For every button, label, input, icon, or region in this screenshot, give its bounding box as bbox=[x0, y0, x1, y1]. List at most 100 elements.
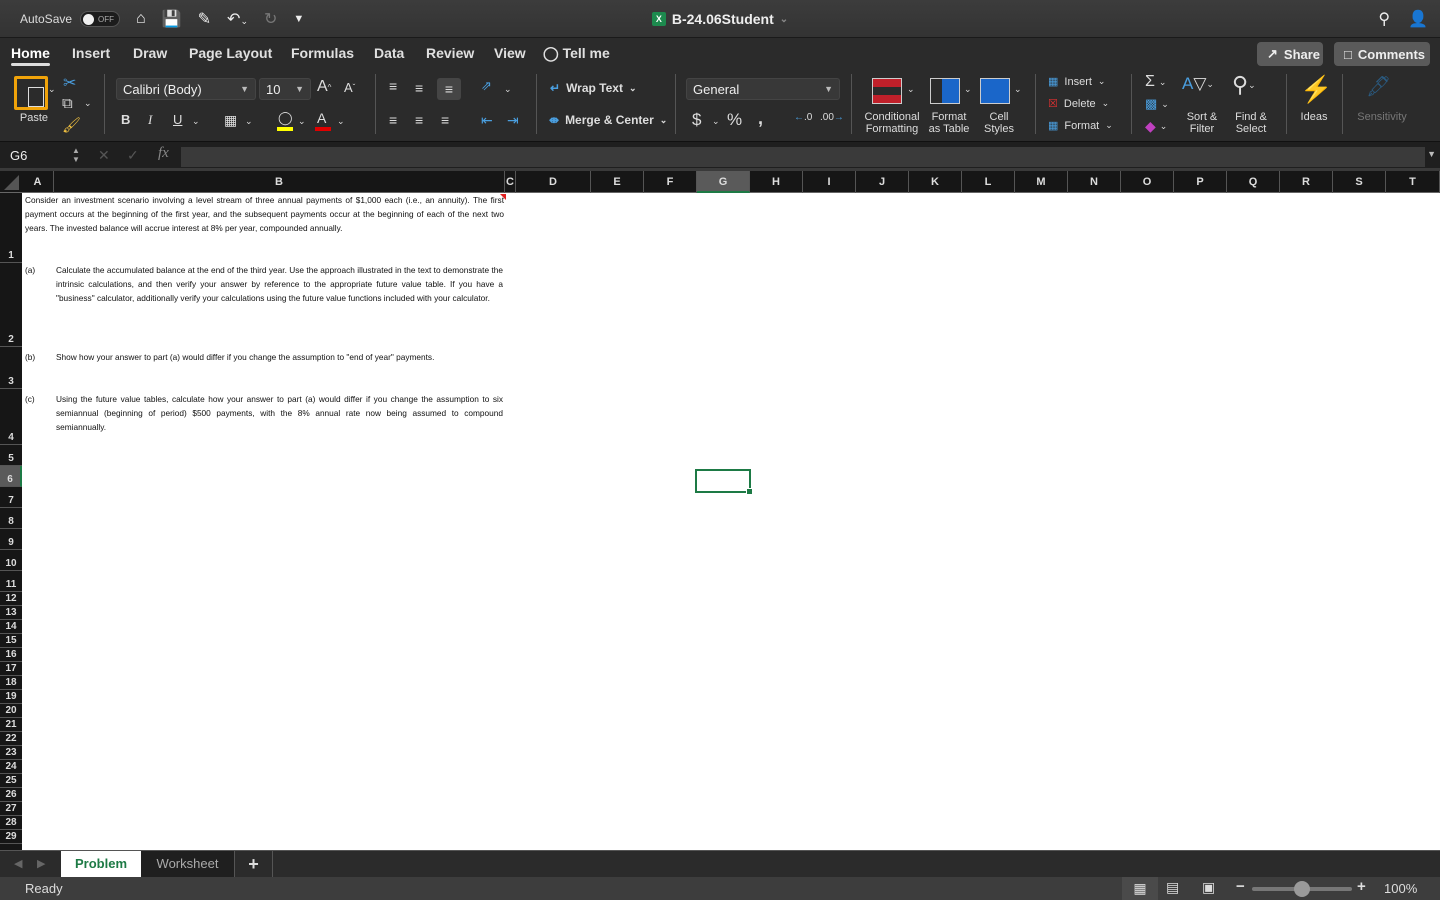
sheet-tab-problem[interactable]: Problem bbox=[61, 851, 141, 878]
tell-me[interactable]: ◯ Tell me bbox=[543, 38, 610, 68]
delete-cells-button[interactable]: ☒ Delete ⌄ bbox=[1048, 97, 1109, 111]
page-break-view-icon[interactable]: ▣ bbox=[1202, 879, 1215, 896]
increase-decimal-icon[interactable]: ← .0 bbox=[794, 112, 812, 123]
formula-input[interactable] bbox=[181, 147, 1425, 167]
tab-view[interactable]: View bbox=[494, 38, 526, 68]
column-header-a[interactable]: A bbox=[22, 171, 54, 193]
row-header-15[interactable]: 15 bbox=[0, 634, 22, 648]
tab-home[interactable]: Home bbox=[11, 38, 50, 68]
fill-color-icon[interactable]: ◯ bbox=[278, 110, 293, 126]
tab-review[interactable]: Review bbox=[426, 38, 474, 68]
enter-icon[interactable]: ✓ bbox=[127, 147, 139, 164]
comment-indicator[interactable] bbox=[500, 194, 506, 200]
decrease-indent-icon[interactable]: ⇤ bbox=[481, 112, 493, 129]
worksheet-grid[interactable]: Consider an investment scenario involvin… bbox=[22, 193, 1440, 850]
ideas-label[interactable]: Ideas bbox=[1296, 111, 1332, 123]
column-header-e[interactable]: E bbox=[591, 171, 644, 193]
increase-indent-icon[interactable]: ⇥ bbox=[507, 112, 519, 129]
name-box-stepper-icon[interactable]: ▲ ▼ bbox=[72, 146, 80, 164]
column-header-c[interactable]: C bbox=[505, 171, 516, 193]
copy-icon[interactable]: ⧉ bbox=[62, 95, 73, 112]
comments-button[interactable]: □ Comments bbox=[1334, 42, 1430, 66]
column-header-n[interactable]: N bbox=[1068, 171, 1121, 193]
font-size-dropdown[interactable]: 10 ▼ bbox=[259, 78, 311, 100]
row-header-12[interactable]: 12 bbox=[0, 592, 22, 606]
tab-formulas[interactable]: Formulas bbox=[291, 38, 354, 68]
add-sheet-button[interactable]: + bbox=[235, 851, 273, 878]
row-header-14[interactable]: 14 bbox=[0, 620, 22, 634]
borders-dropdown-icon[interactable]: ⌄ bbox=[245, 116, 253, 127]
paste-label[interactable]: Paste bbox=[16, 112, 52, 124]
sensitivity-icon[interactable]: 🖋 bbox=[1366, 74, 1391, 99]
column-header-g[interactable]: G bbox=[697, 171, 750, 193]
fill-color-dropdown-icon[interactable]: ⌄ bbox=[298, 116, 306, 127]
sort-filter-icon[interactable]: A ▽ ⌄ bbox=[1182, 74, 1214, 94]
row-header-2[interactable]: 2 bbox=[0, 263, 22, 347]
next-sheet-icon[interactable]: ▶ bbox=[37, 857, 45, 870]
column-header-l[interactable]: L bbox=[962, 171, 1015, 193]
selected-cell-g6[interactable] bbox=[695, 469, 753, 495]
currency-button[interactable]: $ bbox=[692, 110, 701, 130]
cell-a1[interactable]: Consider an investment scenario involvin… bbox=[25, 193, 504, 235]
zoom-slider-thumb[interactable] bbox=[1294, 881, 1310, 897]
row-header-26[interactable]: 26 bbox=[0, 788, 22, 802]
column-header-b[interactable]: B bbox=[54, 171, 505, 193]
row-header-3[interactable]: 3 bbox=[0, 347, 22, 389]
cell-b2[interactable]: Calculate the accumulated balance at the… bbox=[56, 263, 503, 305]
decrease-font-icon[interactable]: Aˇ bbox=[344, 80, 355, 95]
conditional-formatting-label[interactable]: Conditional Formatting bbox=[860, 111, 924, 135]
align-top-icon[interactable]: ≡ bbox=[389, 78, 397, 94]
decrease-decimal-icon[interactable]: .00 → bbox=[820, 112, 844, 123]
column-header-j[interactable]: J bbox=[856, 171, 909, 193]
row-header-11[interactable]: 11 bbox=[0, 571, 22, 592]
row-header-20[interactable]: 20 bbox=[0, 704, 22, 718]
insert-cells-button[interactable]: ▦ Insert ⌄ bbox=[1048, 75, 1105, 89]
cell-a2[interactable]: (a) bbox=[25, 263, 53, 277]
function-icon[interactable]: fx bbox=[158, 145, 169, 162]
row-header-29[interactable]: 29 bbox=[0, 830, 22, 844]
conditional-formatting-icon[interactable] bbox=[872, 78, 902, 104]
align-bottom-icon[interactable]: ≡ bbox=[437, 78, 461, 100]
document-title[interactable]: X B-24.06Student ⌄ bbox=[0, 0, 1440, 38]
select-all-button[interactable] bbox=[0, 171, 22, 193]
format-painter-icon[interactable]: 🖌 bbox=[62, 116, 81, 134]
align-center-icon[interactable]: ≡ bbox=[415, 112, 423, 128]
percent-button[interactable]: % bbox=[727, 110, 742, 130]
underline-dropdown-icon[interactable]: ⌄ bbox=[192, 116, 200, 127]
comma-button[interactable]: , bbox=[758, 108, 763, 129]
cell-styles-icon[interactable] bbox=[980, 78, 1010, 104]
previous-sheet-icon[interactable]: ◀ bbox=[14, 857, 22, 870]
column-header-m[interactable]: M bbox=[1015, 171, 1068, 193]
borders-icon[interactable]: ▦ bbox=[224, 112, 237, 129]
tab-page-layout[interactable]: Page Layout bbox=[189, 38, 272, 68]
cell-styles-label[interactable]: Cell Styles bbox=[979, 111, 1019, 135]
font-color-icon[interactable]: A bbox=[317, 110, 326, 126]
orientation-icon[interactable]: ⇗ bbox=[481, 78, 492, 94]
zoom-level[interactable]: 100% bbox=[1384, 881, 1417, 896]
fill-icon[interactable]: ▩ ⌄ bbox=[1145, 96, 1169, 112]
column-header-k[interactable]: K bbox=[909, 171, 962, 193]
share-button[interactable]: ↗ Share bbox=[1257, 42, 1323, 66]
zoom-out-icon[interactable]: − bbox=[1236, 878, 1245, 895]
zoom-in-icon[interactable]: + bbox=[1357, 878, 1366, 895]
column-header-t[interactable]: T bbox=[1386, 171, 1440, 193]
account-icon[interactable]: 👤 bbox=[1408, 9, 1428, 29]
row-header-19[interactable]: 19 bbox=[0, 690, 22, 704]
merge-center-button[interactable]: ⇼ Merge & Center ⌄ bbox=[549, 113, 667, 127]
tab-data[interactable]: Data bbox=[374, 38, 404, 68]
copy-dropdown-icon[interactable]: ⌄ bbox=[84, 98, 92, 109]
cancel-icon[interactable]: ✕ bbox=[98, 147, 110, 164]
row-header-24[interactable]: 24 bbox=[0, 760, 22, 774]
chevron-down-icon[interactable]: ⌄ bbox=[964, 84, 972, 95]
column-header-r[interactable]: R bbox=[1280, 171, 1333, 193]
search-icon[interactable]: ⚲ bbox=[1378, 9, 1390, 29]
number-format-dropdown[interactable]: General ▼ bbox=[686, 78, 840, 100]
cell-a4[interactable]: (c) bbox=[25, 392, 53, 406]
tab-draw[interactable]: Draw bbox=[133, 38, 167, 68]
increase-font-icon[interactable]: A ^ bbox=[317, 78, 331, 96]
row-header-25[interactable]: 25 bbox=[0, 774, 22, 788]
find-select-icon[interactable]: ⚲ ⌄ bbox=[1232, 72, 1256, 98]
cell-a3[interactable]: (b) bbox=[25, 350, 53, 364]
row-header-5[interactable]: 5 bbox=[0, 445, 22, 466]
paste-dropdown-icon[interactable]: ⌄ bbox=[48, 84, 56, 95]
